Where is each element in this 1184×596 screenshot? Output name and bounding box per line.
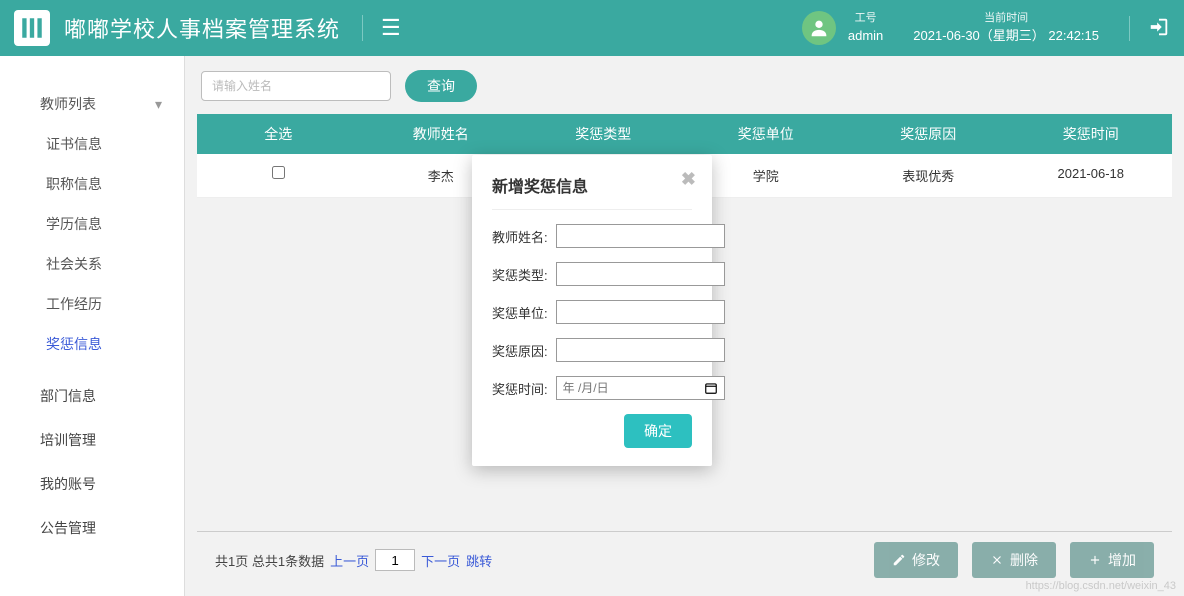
sidebar: 教师列表 ▾ 证书信息 职称信息 学历信息 社会关系 工作经历 奖惩信息 部门信… — [0, 56, 185, 596]
pager: 共1页 总共1条数据 上一页 下一页 跳转 — [215, 549, 492, 571]
app-title: 嘟嘟学校人事档案管理系统 — [64, 12, 340, 44]
add-button[interactable]: 增加 — [1070, 542, 1154, 578]
sidebar-item-edu[interactable]: 学历信息 — [0, 204, 184, 244]
building-icon — [19, 15, 45, 41]
toolbar: 查询 — [185, 56, 1184, 110]
modal-divider — [492, 209, 692, 210]
cell-time: 2021-06-18 — [1010, 166, 1173, 185]
user-label: 工号 — [855, 11, 877, 26]
pager-next[interactable]: 下一页 — [421, 551, 460, 570]
row-checkbox[interactable] — [272, 166, 285, 179]
sidebar-item-account[interactable]: 我的账号 — [0, 462, 184, 506]
action-buttons: 修改 删除 增加 — [874, 542, 1154, 578]
app-logo — [14, 10, 50, 46]
table-header: 全选 教师姓名 奖惩类型 奖惩单位 奖惩原因 奖惩时间 — [197, 114, 1172, 154]
add-reward-modal: ✖ 新增奖惩信息 教师姓名: 奖惩类型: 奖惩单位: 奖惩原因: 奖惩时间: 确… — [472, 155, 712, 466]
logout-icon — [1148, 16, 1170, 38]
field-label-type: 奖惩类型: — [492, 265, 548, 284]
sidebar-item-notice[interactable]: 公告管理 — [0, 506, 184, 550]
top-bar: 嘟嘟学校人事档案管理系统 ☰ 工号 admin 当前时间 2021-06-30（… — [0, 0, 1184, 56]
field-input-unit[interactable] — [556, 300, 725, 324]
field-input-name[interactable] — [556, 224, 725, 248]
clock-label: 当前时间 — [984, 11, 1028, 26]
edit-button[interactable]: 修改 — [874, 542, 958, 578]
sidebar-item-social[interactable]: 社会关系 — [0, 244, 184, 284]
sidebar-item-dept[interactable]: 部门信息 — [0, 374, 184, 418]
sidebar-header-label: 教师列表 — [40, 94, 96, 114]
user-icon — [808, 17, 830, 39]
th-time: 奖惩时间 — [1010, 124, 1173, 144]
field-input-time[interactable] — [556, 376, 725, 400]
modal-close-button[interactable]: ✖ — [681, 169, 696, 190]
modal-ok-button[interactable]: 确定 — [624, 414, 692, 448]
field-input-type[interactable] — [556, 262, 725, 286]
field-label-reason: 奖惩原因: — [492, 341, 548, 360]
watermark: https://blog.csdn.net/weixin_43 — [1026, 580, 1176, 592]
sidebar-item-teacher-list[interactable]: 教师列表 ▾ — [0, 84, 184, 124]
sidebar-item-title[interactable]: 职称信息 — [0, 164, 184, 204]
pager-prev[interactable]: 上一页 — [330, 551, 369, 570]
search-input[interactable] — [201, 71, 391, 101]
pager-jump[interactable]: 跳转 — [466, 551, 492, 570]
clock: 当前时间 2021-06-30（星期三） 22:42:15 — [913, 11, 1099, 45]
logout-button[interactable] — [1129, 16, 1170, 41]
sidebar-item-work[interactable]: 工作经历 — [0, 284, 184, 324]
edit-icon — [892, 553, 906, 567]
th-select: 全选 — [197, 124, 360, 144]
sidebar-item-reward[interactable]: 奖惩信息 — [0, 324, 184, 364]
field-input-reason[interactable] — [556, 338, 725, 362]
field-label-time: 奖惩时间: — [492, 379, 548, 398]
close-icon — [990, 553, 1004, 567]
th-type: 奖惩类型 — [522, 124, 685, 144]
query-button[interactable]: 查询 — [405, 70, 477, 102]
sidebar-item-training[interactable]: 培训管理 — [0, 418, 184, 462]
field-label-name: 教师姓名: — [492, 227, 548, 246]
plus-icon — [1088, 553, 1102, 567]
avatar — [802, 11, 836, 45]
pager-summary: 共1页 总共1条数据 — [215, 551, 324, 570]
cell-reason: 表现优秀 — [847, 166, 1010, 185]
clock-value: 2021-06-30（星期三） 22:42:15 — [913, 27, 1099, 45]
user-chip[interactable]: 工号 admin — [802, 11, 883, 45]
sidebar-item-cert[interactable]: 证书信息 — [0, 124, 184, 164]
th-unit: 奖惩单位 — [685, 124, 848, 144]
modal-title: 新增奖惩信息 — [492, 173, 692, 197]
pager-page-input[interactable] — [375, 549, 415, 571]
field-label-unit: 奖惩单位: — [492, 303, 548, 322]
chevron-down-icon: ▾ — [155, 96, 162, 113]
th-name: 教师姓名 — [360, 124, 523, 144]
delete-button[interactable]: 删除 — [972, 542, 1056, 578]
user-value: admin — [848, 27, 883, 45]
hamburger-menu-icon[interactable]: ☰ — [362, 15, 401, 41]
th-reason: 奖惩原因 — [847, 124, 1010, 144]
